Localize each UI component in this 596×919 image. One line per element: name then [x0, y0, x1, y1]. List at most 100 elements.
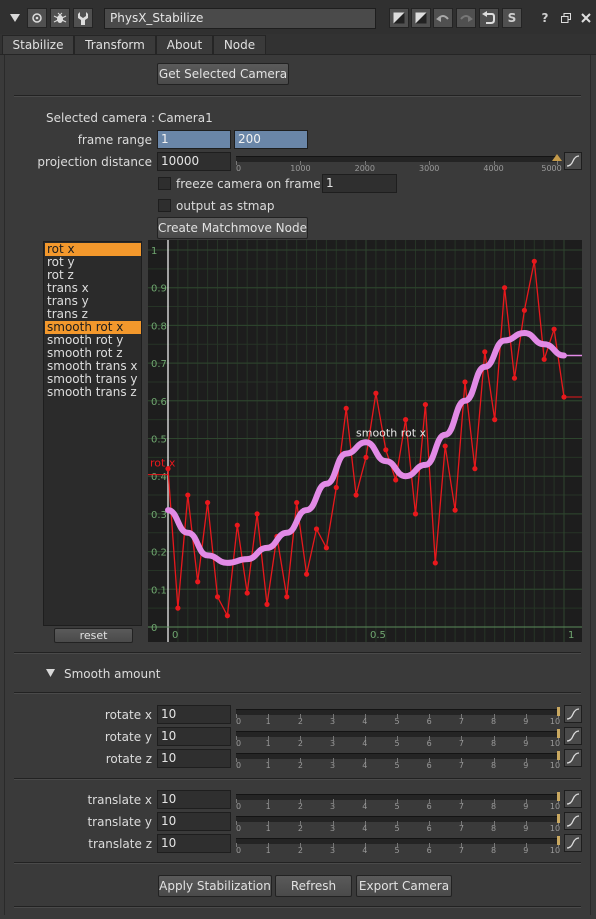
x-tick-label: 1	[568, 630, 574, 641]
revert-icon[interactable]	[479, 8, 499, 28]
collapse-triangle-icon[interactable]	[5, 8, 25, 28]
frame-range-start-field[interactable]: 1	[157, 130, 231, 149]
slider-tick-label: 9	[523, 739, 529, 748]
data-point-rot-x	[511, 375, 518, 381]
slider-tick-label: 8	[491, 846, 497, 855]
slider-tick-label: 4	[362, 739, 368, 748]
data-point-rot-x	[472, 466, 478, 472]
data-point-rot-x	[333, 484, 339, 491]
y-tick-label: 0.2	[151, 548, 167, 559]
slider-tick-label: 7	[458, 739, 464, 748]
rotate-value-field[interactable]: 10	[157, 749, 231, 768]
diagonal-split-alt-icon[interactable]	[411, 8, 431, 28]
translate-value-field[interactable]: 10	[157, 790, 231, 809]
curve-list[interactable]: rot x rot y rot z trans x trans y trans …	[43, 241, 142, 626]
get-selected-camera-button[interactable]: Get Selected Camera	[157, 63, 289, 85]
slider-tick-label: 8	[491, 824, 497, 833]
create-matchmove-button[interactable]: Create Matchmove Node	[157, 217, 308, 239]
slider-tick-label: 8	[491, 761, 497, 770]
rotate-slider[interactable]: 0 1 2 3 4 5 6 7 8 9 10	[236, 729, 561, 751]
slider-handle[interactable]	[557, 792, 560, 801]
animation-curve-icon[interactable]	[564, 749, 582, 767]
slider-tick-label: 4	[362, 824, 368, 833]
translate-value-field[interactable]: 10	[157, 812, 231, 831]
projection-distance-slider[interactable]: 0 1000 2000 3000 4000 5000	[236, 154, 562, 176]
translate-slider[interactable]: 0 1 2 3 4 5 6 7 8 9 10	[236, 814, 560, 836]
rotate-slider[interactable]: 0 1 2 3 4 5 6 7 8 9 10	[236, 751, 561, 773]
animation-curve-icon[interactable]	[564, 812, 582, 830]
reset-button[interactable]: reset	[54, 628, 133, 643]
slider-tick-label: 10	[549, 739, 561, 748]
slider-tick-label: 8	[491, 802, 497, 811]
curve-item-smooth-trans-z[interactable]: smooth trans z	[45, 386, 141, 399]
export-camera-button[interactable]: Export Camera	[356, 875, 452, 897]
slider-handle[interactable]	[557, 814, 560, 823]
translate-slider[interactable]: 0 1 2 3 4 5 6 7 8 9 10	[236, 792, 560, 814]
slider-tick-label: 6	[426, 717, 432, 726]
refresh-button[interactable]: Refresh	[275, 875, 352, 897]
data-point-rot-x	[383, 447, 389, 453]
freeze-camera-checkbox[interactable]	[158, 177, 171, 190]
translate-slider[interactable]: 0 1 2 3 4 5 6 7 8 9 10	[236, 836, 560, 858]
animation-curve-icon[interactable]	[564, 705, 582, 723]
slider-handle[interactable]	[557, 751, 560, 760]
node-name-field[interactable]: PhysX_Stabilize	[104, 8, 376, 29]
collapse-triangle-icon[interactable]	[46, 667, 55, 680]
divider	[14, 862, 581, 864]
redo-icon[interactable]	[456, 8, 476, 28]
slider-handle[interactable]	[552, 154, 562, 161]
s-icon[interactable]: S	[502, 8, 522, 28]
close-icon[interactable]	[576, 8, 596, 28]
tab-about[interactable]: About	[156, 35, 213, 54]
data-point-rot-x	[462, 379, 468, 385]
data-point-rot-x	[551, 326, 557, 332]
bug-icon[interactable]	[50, 8, 70, 28]
slider-tick-label: 7	[458, 824, 464, 833]
curve-editor-graph[interactable]: 0 0.1 0.2 0.3 0.4 0.5 0.6 0.7 0.8 0.9 1 0 0.5 1 rot x s…	[148, 240, 582, 642]
slider-tick-label: 9	[523, 802, 529, 811]
translate-value-field[interactable]: 10	[157, 834, 231, 853]
slider-tick-label: 2	[297, 802, 303, 811]
rotate-value-field[interactable]: 10	[157, 705, 231, 724]
x-tick-label: 0.5	[370, 630, 386, 641]
slider-handle[interactable]	[557, 836, 560, 845]
animation-curve-icon[interactable]	[564, 790, 582, 808]
animation-curve-icon[interactable]	[564, 152, 582, 170]
help-icon[interactable]: ?	[535, 8, 555, 28]
slider-tick-label: 2	[297, 761, 303, 770]
y-tick-label: 0.5	[151, 435, 167, 446]
rotate-label: rotate x	[104, 708, 152, 722]
apply-stabilization-button[interactable]: Apply Stabilization	[158, 875, 272, 897]
projection-distance-field[interactable]: 10000	[157, 152, 231, 171]
rotate-slider[interactable]: 0 1 2 3 4 5 6 7 8 9 10	[236, 707, 560, 729]
series-label-rot-x: rot x	[150, 457, 176, 470]
wrench-icon[interactable]	[73, 8, 93, 28]
slider-tick-label: 4	[362, 717, 368, 726]
frame-range-label: frame range	[77, 133, 152, 147]
tab-stabilize[interactable]: Stabilize	[2, 35, 74, 54]
animation-curve-icon[interactable]	[564, 834, 582, 852]
data-point-rot-x	[422, 401, 428, 408]
node-center-icon[interactable]	[27, 8, 47, 28]
frame-range-end-field[interactable]: 200	[234, 130, 308, 149]
slider-tick-label: 3	[330, 717, 336, 726]
freeze-frame-field[interactable]: 1	[322, 174, 397, 193]
slider-tick-label: 10	[549, 761, 561, 770]
rotate-label: rotate y	[104, 730, 152, 744]
rotate-value-field[interactable]: 10	[157, 727, 231, 746]
x-tick-label: 0	[172, 630, 178, 641]
slider-handle[interactable]	[557, 707, 560, 716]
tab-transform[interactable]: Transform	[74, 35, 156, 54]
float-window-icon[interactable]	[556, 8, 576, 28]
output-stmap-label: output as stmap	[176, 199, 275, 213]
diagonal-split-icon[interactable]	[389, 8, 409, 28]
animation-curve-icon[interactable]	[564, 727, 582, 745]
tab-node[interactable]: Node	[213, 35, 266, 54]
undo-icon[interactable]	[433, 8, 453, 28]
output-stmap-checkbox[interactable]	[158, 199, 171, 212]
y-tick-label: 0.8	[151, 321, 167, 332]
data-point-rot-x	[244, 590, 250, 596]
slider-handle[interactable]	[557, 729, 560, 738]
slider-tick-label: 1	[265, 846, 271, 855]
slider-tick-label: 6	[426, 846, 432, 855]
